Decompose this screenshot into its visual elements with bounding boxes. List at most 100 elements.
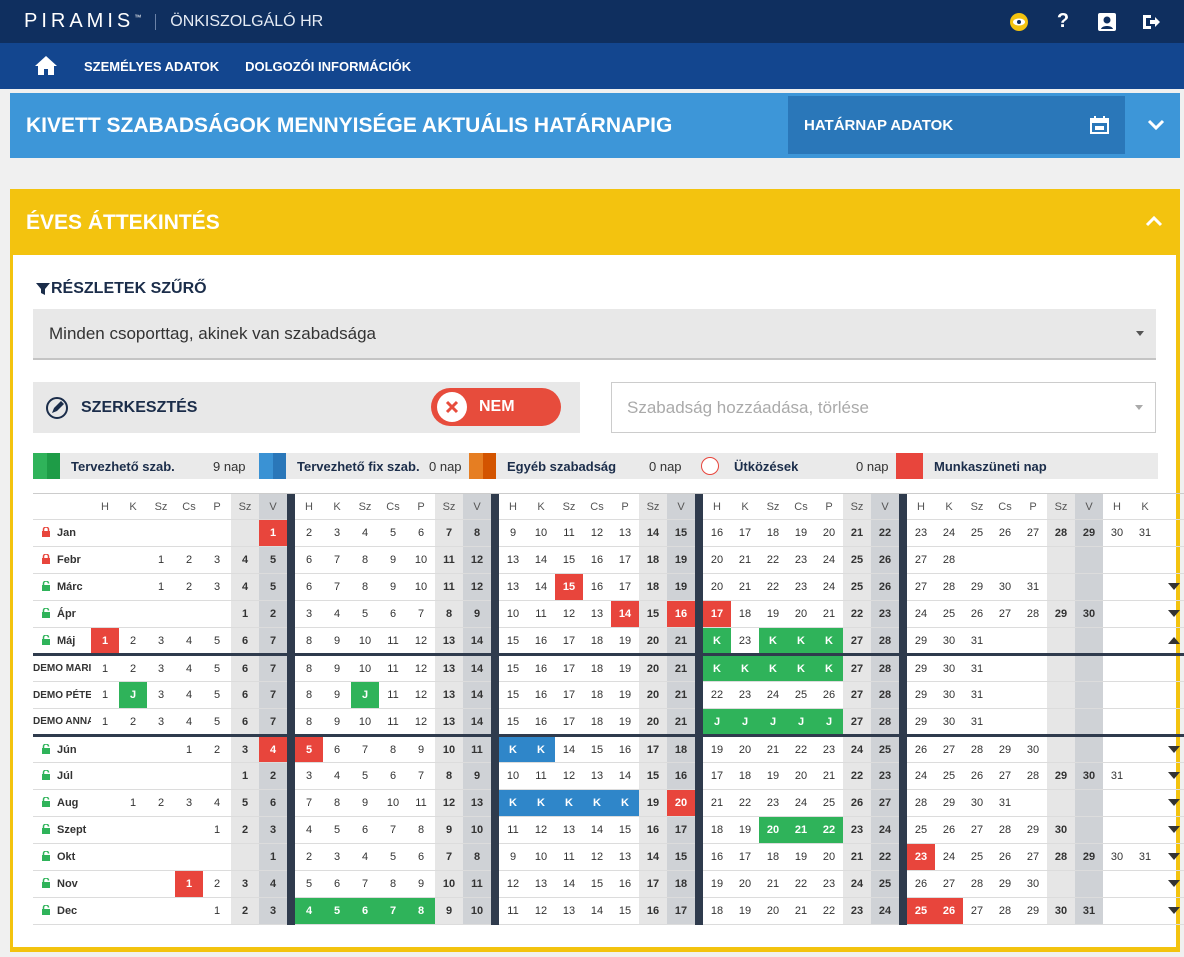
day-cell[interactable]: 27 — [843, 654, 871, 682]
day-cell[interactable]: 20 — [787, 600, 815, 628]
day-cell[interactable]: 28 — [871, 681, 899, 709]
day-cell[interactable]: 2 — [295, 843, 323, 871]
day-cell[interactable]: 6 — [407, 843, 435, 871]
day-cell[interactable]: 16 — [703, 843, 731, 871]
day-cell[interactable]: 23 — [907, 519, 935, 547]
day-cell[interactable]: 28 — [935, 573, 963, 601]
day-cell[interactable] — [119, 546, 147, 574]
day-cell[interactable]: 4 — [351, 519, 379, 547]
day-cell[interactable]: 1 — [259, 519, 287, 547]
day-cell[interactable]: 19 — [759, 600, 787, 628]
day-cell[interactable]: 18 — [703, 897, 731, 925]
day-cell[interactable]: 23 — [907, 843, 935, 871]
day-cell[interactable]: 2 — [231, 816, 259, 844]
day-cell[interactable]: 23 — [843, 897, 871, 925]
day-cell[interactable] — [1131, 708, 1159, 736]
day-cell[interactable] — [1103, 627, 1131, 656]
day-cell[interactable] — [1103, 600, 1131, 628]
day-cell[interactable]: 17 — [555, 654, 583, 682]
day-cell[interactable]: 11 — [527, 762, 555, 790]
deadline-data-button[interactable]: HATÁRNAP ADATOK — [788, 96, 1125, 154]
day-cell[interactable]: 11 — [379, 708, 407, 736]
day-cell[interactable]: J — [703, 708, 731, 736]
day-cell[interactable]: 6 — [351, 816, 379, 844]
day-cell[interactable]: 20 — [787, 762, 815, 790]
day-cell[interactable]: 2 — [119, 708, 147, 736]
day-cell[interactable]: 21 — [759, 734, 787, 763]
day-cell[interactable]: 23 — [787, 573, 815, 601]
day-cell[interactable]: 31 — [1131, 843, 1159, 871]
day-cell[interactable]: 26 — [991, 519, 1019, 547]
day-cell[interactable]: 6 — [323, 734, 351, 763]
day-cell[interactable]: 13 — [611, 843, 639, 871]
day-cell[interactable]: 26 — [907, 734, 935, 763]
day-cell[interactable]: K — [731, 654, 759, 682]
day-cell[interactable]: 13 — [555, 897, 583, 925]
day-cell[interactable] — [991, 708, 1019, 736]
day-cell[interactable]: 24 — [907, 600, 935, 628]
day-cell[interactable]: 22 — [759, 546, 787, 574]
day-cell[interactable]: 11 — [555, 519, 583, 547]
day-cell[interactable]: 11 — [379, 654, 407, 682]
collapse-row-button[interactable] — [1159, 627, 1184, 656]
day-cell[interactable]: 24 — [871, 816, 899, 844]
day-cell[interactable] — [1019, 789, 1047, 817]
day-cell[interactable]: 22 — [703, 681, 731, 709]
day-cell[interactable]: 12 — [463, 573, 491, 601]
day-cell[interactable]: 12 — [499, 870, 527, 898]
day-cell[interactable]: 6 — [231, 654, 259, 682]
day-cell[interactable] — [119, 897, 147, 925]
day-cell[interactable]: 27 — [1019, 519, 1047, 547]
day-cell[interactable]: 10 — [499, 762, 527, 790]
day-cell[interactable]: 25 — [935, 600, 963, 628]
day-cell[interactable]: 14 — [463, 627, 491, 656]
home-icon[interactable] — [34, 54, 58, 78]
day-cell[interactable]: 24 — [759, 681, 787, 709]
day-cell[interactable]: 18 — [731, 600, 759, 628]
day-cell[interactable]: 17 — [703, 762, 731, 790]
day-cell[interactable]: 27 — [871, 789, 899, 817]
day-cell[interactable]: 20 — [703, 573, 731, 601]
day-cell[interactable]: 31 — [1131, 519, 1159, 547]
day-cell[interactable]: 26 — [963, 762, 991, 790]
day-cell[interactable]: 8 — [463, 843, 491, 871]
day-cell[interactable] — [991, 654, 1019, 682]
day-cell[interactable]: 30 — [935, 708, 963, 736]
day-cell[interactable]: 1 — [91, 654, 119, 682]
row-label[interactable]: Márc — [33, 573, 91, 601]
day-cell[interactable]: 1 — [91, 627, 119, 656]
day-cell[interactable] — [1075, 870, 1103, 898]
day-cell[interactable] — [1131, 789, 1159, 817]
day-cell[interactable]: 11 — [527, 600, 555, 628]
day-cell[interactable] — [91, 816, 119, 844]
day-cell[interactable]: 12 — [407, 627, 435, 656]
day-cell[interactable] — [1075, 816, 1103, 844]
day-cell[interactable] — [1131, 681, 1159, 709]
help-icon[interactable]: ? — [1052, 10, 1074, 33]
day-cell[interactable]: 13 — [611, 519, 639, 547]
row-label[interactable]: Aug — [33, 789, 91, 817]
day-cell[interactable]: 12 — [463, 546, 491, 574]
day-cell[interactable] — [175, 843, 203, 871]
expand-row-button[interactable] — [1159, 789, 1184, 817]
day-cell[interactable]: J — [759, 708, 787, 736]
day-cell[interactable]: 29 — [991, 734, 1019, 763]
day-cell[interactable]: 21 — [703, 789, 731, 817]
day-cell[interactable]: 10 — [527, 519, 555, 547]
expand-row-button[interactable] — [1159, 762, 1184, 790]
day-cell[interactable]: K — [759, 627, 787, 656]
day-cell[interactable] — [91, 843, 119, 871]
day-cell[interactable]: 9 — [463, 600, 491, 628]
day-cell[interactable]: 24 — [815, 546, 843, 574]
profile-icon[interactable] — [1096, 11, 1118, 33]
day-cell[interactable]: 12 — [555, 762, 583, 790]
day-cell[interactable] — [991, 681, 1019, 709]
day-cell[interactable]: 3 — [231, 870, 259, 898]
day-cell[interactable]: 26 — [991, 843, 1019, 871]
day-cell[interactable]: 26 — [871, 573, 899, 601]
day-cell[interactable] — [231, 843, 259, 871]
expand-row-button[interactable] — [1159, 843, 1184, 871]
day-cell[interactable] — [119, 734, 147, 763]
day-cell[interactable] — [1047, 681, 1075, 709]
row-label[interactable]: Szept — [33, 816, 91, 844]
